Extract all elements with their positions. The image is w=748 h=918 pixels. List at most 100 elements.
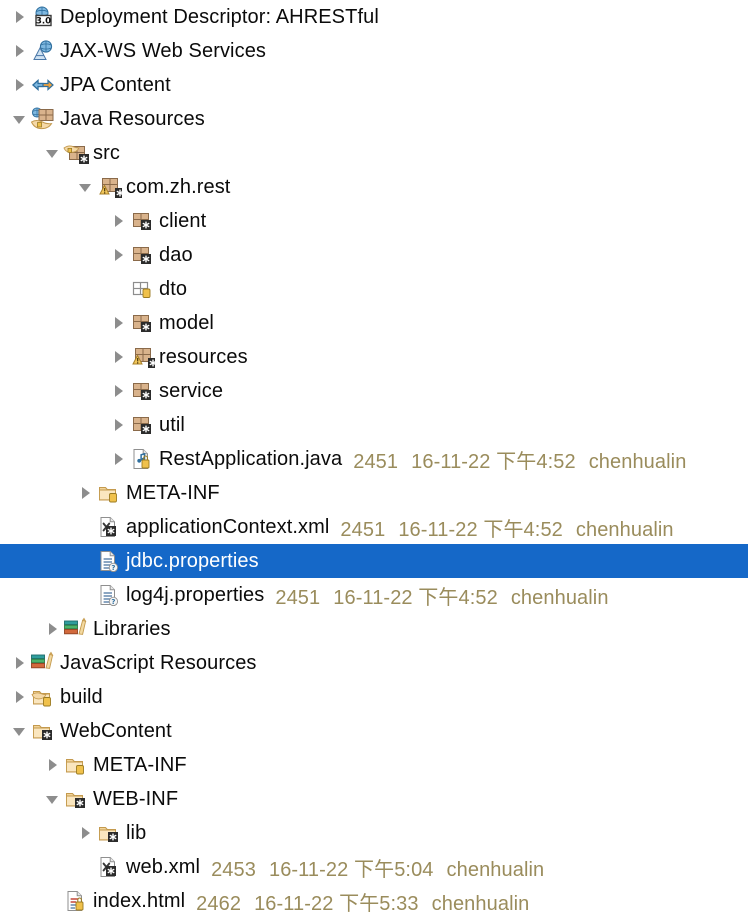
chevron-right-icon[interactable] — [8, 680, 30, 714]
tree-row-label: JAX-WS Web Services — [60, 39, 267, 62]
chevron-right-icon[interactable] — [107, 408, 129, 442]
chevron-right-icon[interactable] — [74, 476, 96, 510]
tree-row[interactable]: WebContent — [0, 714, 748, 748]
tree-row-label: Java Resources — [60, 107, 205, 130]
chevron-down-icon[interactable] — [8, 714, 30, 748]
tree-row-label: dto — [159, 277, 188, 300]
tree-row[interactable]: lib — [0, 816, 748, 850]
tree-row[interactable]: Java Resources — [0, 102, 748, 136]
jaxws-web-services-icon — [30, 34, 56, 68]
tree-row-metadata: 2451 16-11-22 下午4:52 chenhualin — [353, 445, 686, 474]
chevron-right-icon[interactable] — [8, 68, 30, 102]
chevron-down-icon[interactable] — [41, 136, 63, 170]
twisty-placeholder — [74, 578, 96, 612]
tree-row-label: Libraries — [93, 617, 171, 640]
chevron-right-icon[interactable] — [107, 374, 129, 408]
twisty-placeholder — [107, 272, 129, 306]
tree-row[interactable]: dao — [0, 238, 748, 272]
twisty-placeholder — [74, 850, 96, 884]
metadata-segment: 2451 — [275, 586, 321, 609]
metadata-segment: chenhualin — [588, 450, 687, 473]
svg-text:3.0: 3.0 — [36, 17, 51, 27]
tree-row[interactable]: ? jdbc.properties — [0, 544, 748, 578]
tree-row-label: RestApplication.java — [159, 447, 343, 470]
metadata-segment: 16-11-22 下午5:04 — [268, 858, 434, 881]
chevron-right-icon[interactable] — [41, 748, 63, 782]
tree-row-label: META-INF — [93, 753, 187, 776]
tree-row-label: service — [159, 379, 224, 402]
tree-row[interactable]: applicationContext.xml 2451 16-11-22 下午4:5… — [0, 510, 748, 544]
tree-row-label: model — [159, 311, 214, 334]
tree-row-label: util — [159, 413, 185, 436]
tree-row[interactable]: Libraries — [0, 612, 748, 646]
tree-row[interactable]: src — [0, 136, 748, 170]
tree-row[interactable]: util — [0, 408, 748, 442]
tree-row-metadata: 2462 16-11-22 下午5:33 chenhualin — [196, 887, 529, 916]
tree-row-label: com.zh.rest — [126, 175, 231, 198]
metadata-segment: 16-11-22 下午4:52 — [411, 450, 576, 473]
chevron-right-icon[interactable] — [107, 306, 129, 340]
chevron-right-icon[interactable] — [107, 340, 129, 374]
tree-row[interactable]: service — [0, 374, 748, 408]
tree-row-label: jdbc.properties — [126, 549, 259, 572]
tree-row[interactable]: web.xml 2453 16-11-22 下午5:04 chenhualin — [0, 850, 748, 884]
chevron-right-icon[interactable] — [74, 816, 96, 850]
java-file-icon — [129, 442, 155, 476]
tree-row[interactable]: dto — [0, 272, 748, 306]
tree-row-metadata: 2451 16-11-22 下午4:52 chenhualin — [340, 513, 673, 542]
tree-row[interactable]: META-INF — [0, 476, 748, 510]
package-warning-icon — [129, 340, 155, 374]
tree-row-label: client — [159, 209, 207, 232]
chevron-right-icon[interactable] — [8, 34, 30, 68]
tree-row-label: WEB-INF — [93, 787, 179, 810]
build-folder-icon — [30, 680, 56, 714]
jpa-content-icon — [30, 68, 56, 102]
package-icon — [129, 204, 155, 238]
project-explorer-tree[interactable]: 3.0 Deployment Descriptor: AHRESTful JAX-W… — [0, 0, 748, 916]
tree-row[interactable]: index.html 2462 16-11-22 下午5:33 chenhualin — [0, 884, 748, 918]
empty-package-icon — [129, 272, 155, 306]
tree-row[interactable]: META-INF — [0, 748, 748, 782]
chevron-down-icon[interactable] — [74, 170, 96, 204]
tree-row[interactable]: client — [0, 204, 748, 238]
chevron-down-icon[interactable] — [41, 782, 63, 816]
tree-row-label: dao — [159, 243, 193, 266]
metadata-segment: 2462 — [196, 892, 242, 915]
tree-row[interactable]: JAX-WS Web Services — [0, 34, 748, 68]
tree-row[interactable]: com.zh.rest — [0, 170, 748, 204]
package-icon — [129, 408, 155, 442]
tree-row-label: log4j.properties — [126, 583, 265, 606]
xml-file-icon — [96, 510, 122, 544]
tree-row[interactable]: 3.0 Deployment Descriptor: AHRESTful — [0, 0, 748, 34]
tree-row[interactable]: build — [0, 680, 748, 714]
web-folder-icon — [63, 782, 89, 816]
chevron-right-icon[interactable] — [107, 204, 129, 238]
metadata-segment: chenhualin — [510, 586, 609, 609]
java-resources-icon — [30, 102, 56, 136]
libraries-icon — [30, 646, 56, 680]
tree-row[interactable]: ? log4j.properties 2451 16-11-22 下午4:52 chen… — [0, 578, 748, 612]
web-folder-icon — [30, 714, 56, 748]
chevron-right-icon[interactable] — [107, 442, 129, 476]
tree-row[interactable]: WEB-INF — [0, 782, 748, 816]
chevron-right-icon[interactable] — [41, 612, 63, 646]
properties-file-icon: ? — [96, 578, 122, 612]
chevron-down-icon[interactable] — [8, 102, 30, 136]
metadata-segment: chenhualin — [431, 892, 530, 915]
tree-row-label: web.xml — [126, 855, 201, 878]
twisty-placeholder — [74, 510, 96, 544]
tree-row[interactable]: JPA Content — [0, 68, 748, 102]
tree-row-metadata: 2453 16-11-22 下午5:04 chenhualin — [211, 853, 544, 882]
tree-row[interactable]: RestApplication.java 2451 16-11-22 下午4:52 c… — [0, 442, 748, 476]
package-icon — [129, 306, 155, 340]
chevron-right-icon[interactable] — [107, 238, 129, 272]
tree-row[interactable]: JavaScript Resources — [0, 646, 748, 680]
deployment-descriptor-icon: 3.0 — [30, 0, 56, 34]
tree-row-label: Deployment Descriptor: AHRESTful — [60, 5, 379, 28]
source-folder-icon — [63, 136, 89, 170]
tree-row[interactable]: resources — [0, 340, 748, 374]
metadata-segment: 2451 — [353, 450, 399, 473]
tree-row[interactable]: model — [0, 306, 748, 340]
chevron-right-icon[interactable] — [8, 646, 30, 680]
chevron-right-icon[interactable] — [8, 0, 30, 34]
